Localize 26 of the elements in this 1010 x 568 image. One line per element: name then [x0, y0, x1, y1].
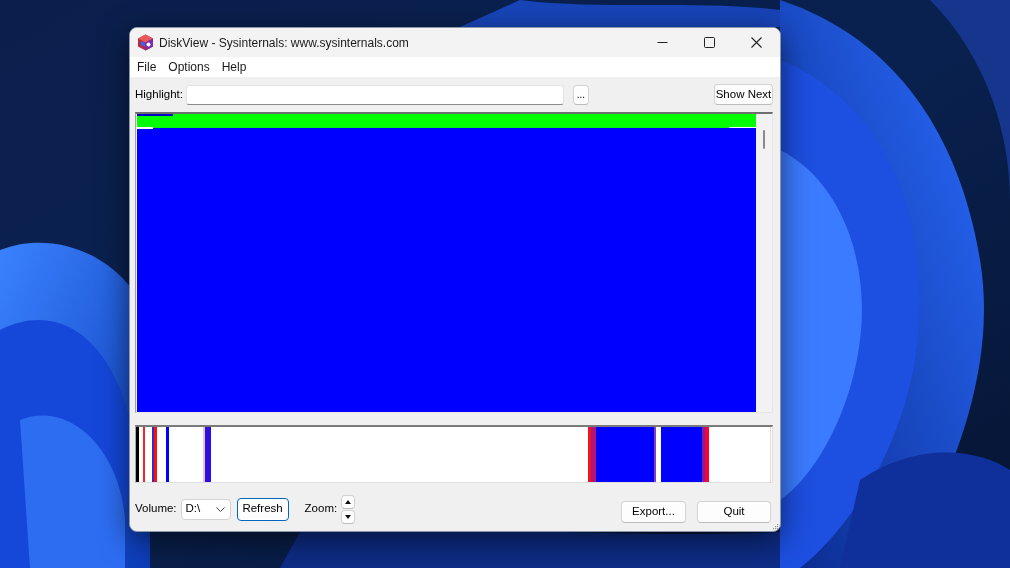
volume-dropdown[interactable]: D:\ [180, 498, 231, 520]
up-triangle-icon [345, 499, 352, 504]
down-triangle-icon [345, 514, 352, 519]
highlight-field[interactable] [185, 84, 564, 105]
caret-icon [215, 506, 225, 512]
menu-item[interactable]: File [131, 58, 163, 76]
browse-button[interactable]: ... [572, 84, 589, 105]
export-button[interactable]: Export... [621, 500, 686, 523]
show-next-button[interactable]: Show Next [714, 84, 773, 105]
maximize-icon [704, 37, 715, 48]
quit-button[interactable]: Quit [697, 500, 771, 523]
cube-icon [137, 34, 154, 51]
cluster-band [136, 427, 139, 482]
zoom-down-button[interactable] [341, 509, 356, 524]
volume-label: Volume: [135, 501, 177, 517]
menu-item[interactable]: Options [162, 58, 216, 76]
refresh-button[interactable]: Refresh [236, 497, 289, 521]
scrollbar-thumb[interactable] [763, 130, 765, 149]
cluster-band [166, 427, 169, 482]
highlight-label: Highlight: [135, 86, 183, 102]
resize-grip-icon[interactable] [772, 523, 779, 530]
close-icon [751, 37, 762, 48]
window-title: DiskView - Sysinternals: www.sysinternals.com [159, 34, 409, 52]
zoom-label: Zoom: [304, 501, 338, 517]
zoom-up-button[interactable] [341, 494, 356, 509]
menu-item[interactable]: Help [215, 58, 253, 76]
